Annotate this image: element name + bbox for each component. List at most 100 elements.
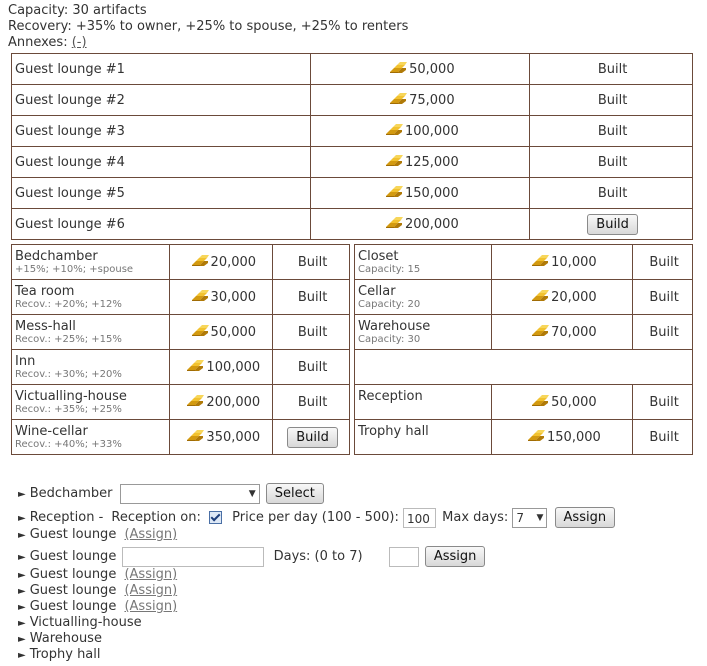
room-name: Tea room — [15, 283, 75, 299]
guest-lounge-row: Guest lounge #4 125,000 Built — [11, 146, 693, 178]
guest-lounge-label: Guest lounge — [29, 527, 117, 542]
built-status: Built — [297, 289, 328, 305]
reception-on-checkbox[interactable] — [209, 511, 223, 524]
cost-value: 125,000 — [404, 154, 459, 170]
room-status: Built — [529, 146, 693, 178]
room-cost: 70,000 — [490, 314, 634, 350]
room-row: Tea room Recov.: +20%; +12% 30,000 Built — [10, 279, 350, 315]
built-status: Built — [649, 429, 679, 445]
gold-icon — [530, 394, 550, 406]
cost-value: 200,000 — [404, 216, 459, 232]
gold-icon — [530, 254, 550, 266]
gold-icon — [384, 216, 404, 228]
room-name-cell: Bedchamber +15%; +10%; +spouse — [10, 244, 171, 280]
assign-link[interactable]: (Assign) — [124, 583, 177, 598]
reception-assign-button[interactable]: Assign — [554, 507, 616, 528]
room-name: Inn — [15, 353, 36, 369]
gold-icon — [526, 429, 546, 441]
room-status: Built — [529, 53, 693, 85]
room-name-cell: Wine-cellar Recov.: +40%; +33% — [10, 419, 171, 455]
guest-lounge-label: Guest lounge — [29, 567, 117, 582]
room-cost: 200,000 — [309, 208, 531, 240]
room-row: Mess-hall Recov.: +25%; +15% 50,000 Built — [10, 314, 350, 350]
room-row — [354, 349, 693, 385]
room-name: Victualling-house — [15, 388, 127, 404]
days-input[interactable] — [388, 546, 419, 567]
gold-icon — [185, 359, 205, 371]
room-status: Built — [272, 279, 350, 315]
room-subtext: Recov.: +35%; +25% — [15, 403, 122, 415]
room-cost: 50,000 — [490, 384, 634, 420]
days-label: Days: (0 to 7) — [273, 549, 363, 564]
room-status: Built — [272, 349, 350, 385]
recovery-rooms-table: Bedchamber +15%; +10%; +spouse 20,000 Built… — [10, 244, 350, 455]
guest-lounge-action: ► Guest lounge (Assign) — [18, 599, 177, 616]
guest-lounge-label: Guest lounge — [29, 583, 117, 598]
capacity-text: Capacity: 30 artifacts — [8, 3, 147, 18]
room-cost: 20,000 — [169, 244, 274, 280]
reception-on-label: Reception on: — [111, 510, 201, 525]
room-name: Warehouse — [358, 318, 431, 334]
bedchamber-action-label: Bedchamber — [29, 486, 113, 501]
built-status: Built — [597, 61, 628, 77]
gold-icon — [185, 394, 205, 406]
room-name: Guest lounge #5 — [11, 177, 311, 209]
guest-lounge-action: ► Guest lounge (Assign) — [18, 567, 177, 584]
room-name: Bedchamber — [15, 248, 98, 264]
room-status: Built — [272, 384, 350, 420]
warehouse-label: Warehouse — [29, 631, 102, 646]
expand-triangle-icon: ► — [18, 602, 26, 613]
room-subtext: Recov.: +40%; +33% — [15, 438, 122, 450]
room-cost: 20,000 — [490, 279, 634, 315]
expand-triangle-icon: ► — [18, 513, 26, 524]
room-status: Built — [272, 244, 350, 280]
room-name-cell: Reception — [354, 384, 492, 420]
guest-lounge-assign-button[interactable]: Assign — [424, 546, 486, 567]
room-cost: 50,000 — [169, 314, 274, 350]
gold-icon — [384, 123, 404, 135]
build-button[interactable]: Build — [587, 213, 638, 235]
guest-lounges-table: Guest lounge #1 50,000 Built Guest lounge #… — [11, 53, 693, 240]
guest-lounge-label: Guest lounge — [29, 599, 117, 614]
room-status: Built — [632, 244, 693, 280]
cost-value: 10,000 — [551, 254, 597, 270]
built-status: Built — [597, 123, 628, 139]
expand-triangle-icon: ► — [18, 586, 26, 597]
gold-icon — [388, 92, 408, 104]
assign-link[interactable]: (Assign) — [124, 567, 177, 582]
cost-value: 350,000 — [206, 429, 261, 445]
annexes-toggle-link[interactable]: (-) — [72, 35, 87, 50]
room-row: Reception 50,000 Built — [354, 384, 693, 420]
max-days-select[interactable]: 7 ▼ — [512, 507, 548, 528]
bedchamber-select[interactable]: ▼ — [119, 483, 260, 504]
room-status: Built — [529, 84, 693, 116]
room-name-cell: Tea room Recov.: +20%; +12% — [10, 279, 171, 315]
guest-lounge-row: Guest lounge #2 75,000 Built — [11, 84, 693, 116]
guest-lounge-row: Guest lounge #6 200,000 Build — [11, 208, 693, 240]
built-status: Built — [297, 254, 328, 270]
room-name: Mess-hall — [15, 318, 76, 334]
room-row: Cellar Capacity: 20 20,000 Built — [354, 279, 693, 315]
room-status: Built — [632, 314, 693, 350]
room-row: Inn Recov.: +30%; +20% 100,000 Built — [10, 349, 350, 385]
guest-name-input[interactable] — [122, 546, 265, 567]
built-status: Built — [597, 92, 628, 108]
room-status: Built — [272, 314, 350, 350]
built-status: Built — [597, 154, 628, 170]
room-status: Build — [529, 208, 693, 240]
assign-link[interactable]: (Assign) — [124, 527, 177, 542]
price-input[interactable]: 100 — [403, 507, 437, 528]
guest-lounge-action: ► Guest lounge (Assign) — [18, 583, 177, 600]
cost-value: 75,000 — [409, 92, 455, 108]
gold-icon — [384, 185, 404, 197]
room-subtext: Capacity: 15 — [358, 263, 421, 275]
select-button[interactable]: Select — [265, 483, 324, 504]
built-status: Built — [649, 289, 679, 305]
build-button[interactable]: Build — [287, 426, 338, 448]
built-status: Built — [297, 359, 328, 375]
max-days-value: 7 — [516, 510, 525, 525]
gold-icon — [185, 429, 205, 441]
room-status: Built — [529, 115, 693, 147]
assign-link[interactable]: (Assign) — [124, 599, 177, 614]
expand-triangle-icon: ► — [18, 650, 26, 661]
